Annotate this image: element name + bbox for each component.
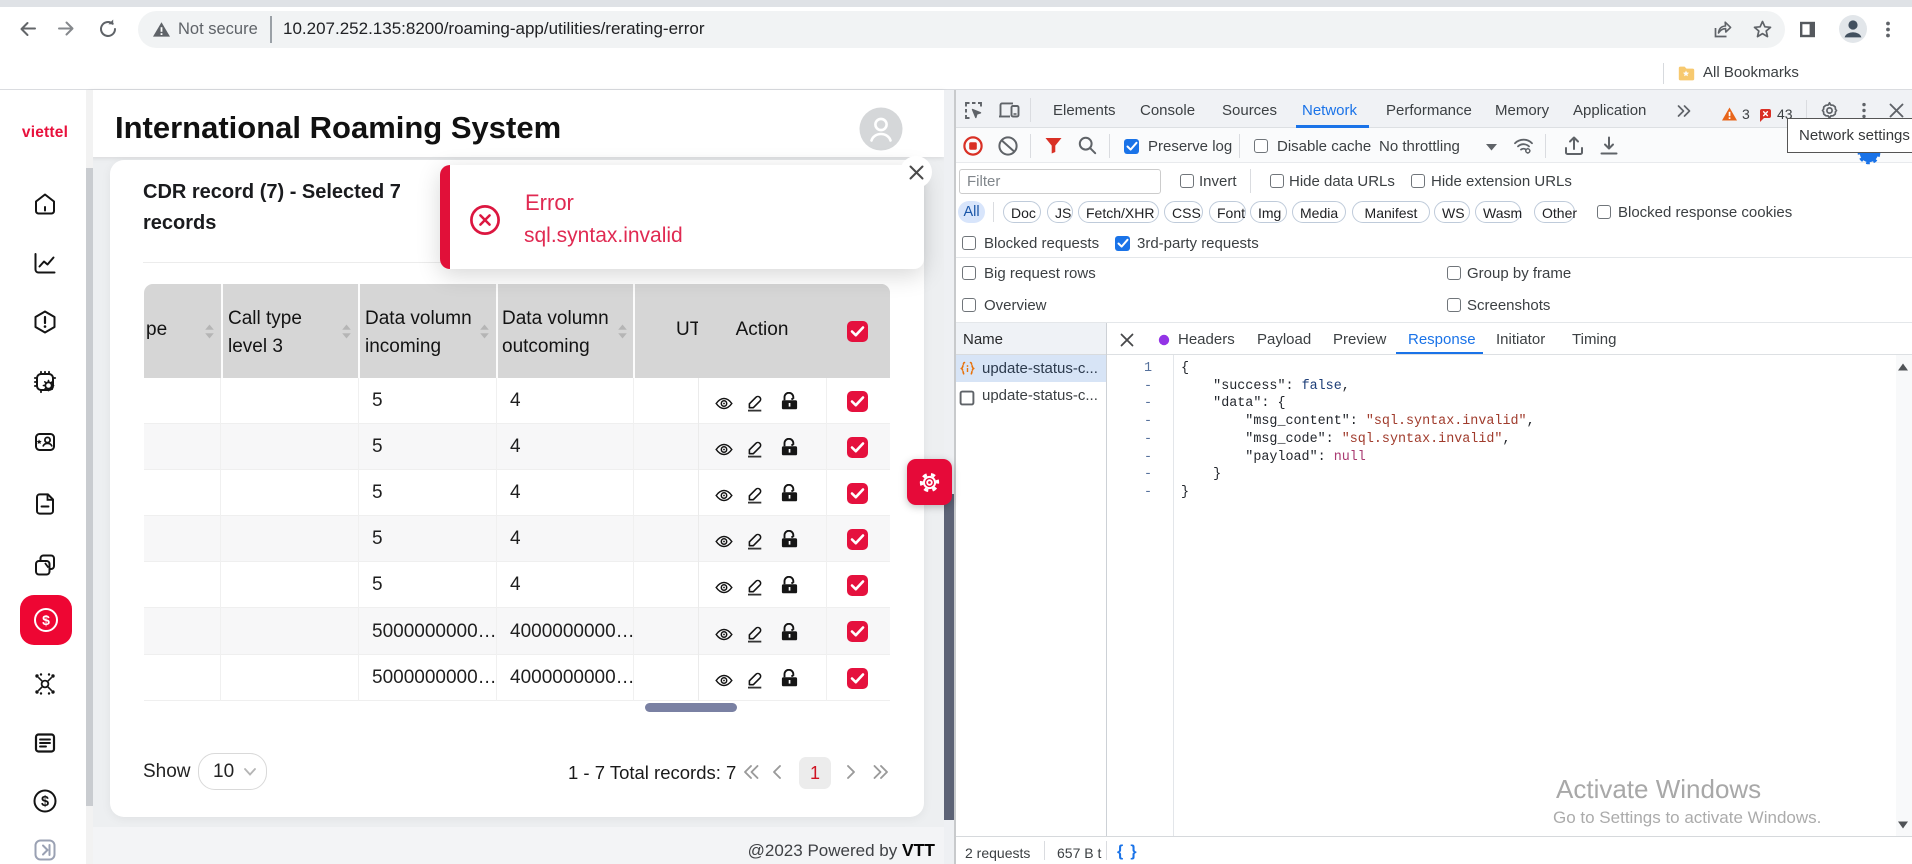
svg-text:$: $ [41,794,49,810]
svg-text:$: $ [42,612,50,628]
